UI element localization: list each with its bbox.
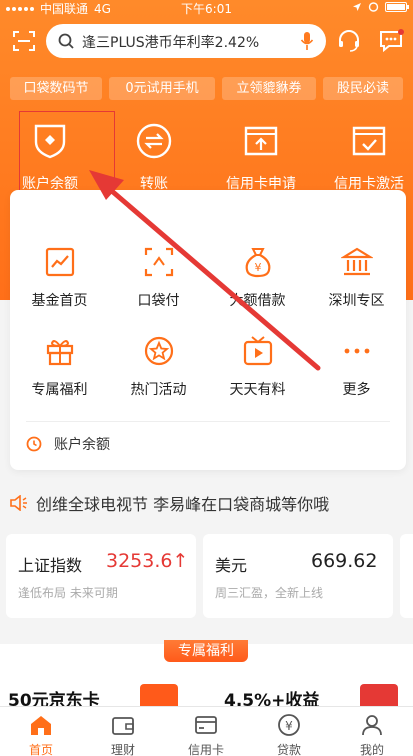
market-name: 上证指数: [18, 556, 83, 575]
svg-text:¥: ¥: [254, 261, 261, 274]
tab-wealth[interactable]: 理财: [82, 707, 164, 756]
gift-icon: [46, 340, 73, 366]
card-apply-icon: [244, 126, 278, 156]
grid-item-fund[interactable]: 基金首页: [10, 246, 109, 316]
grid-item-events[interactable]: 热门活动: [109, 335, 208, 405]
wallet-icon: [112, 717, 134, 735]
market-card-usd[interactable]: 美元 669.62 周三汇盈，全新上线: [203, 534, 393, 618]
status-time: 下午6:01: [181, 2, 232, 16]
tab-label: 理财: [110, 743, 135, 756]
fund-chart-icon: [45, 247, 74, 277]
video-play-icon: [243, 336, 272, 366]
tag-chip[interactable]: 立领貔貅券: [222, 77, 316, 100]
alarm-icon: [368, 2, 379, 12]
top-bar: 逢三PLUS港币年利率2.42%: [0, 24, 413, 64]
notice-text: 创维全球电视节 李易峰在口袋商城等你哦: [36, 495, 330, 514]
battery-icon: [385, 1, 409, 12]
welfare-section: 专属福利 50元京东卡 4.5%+收益: [0, 640, 413, 714]
search-input[interactable]: 逢三PLUS港币年利率2.42%: [82, 32, 259, 52]
tag-chip[interactable]: 口袋数码节: [10, 77, 102, 100]
more-dots-icon: [344, 348, 369, 354]
home-icon: [31, 716, 51, 735]
promo-tags: 口袋数码节 0元试用手机 立领貔貅券 股民必读: [10, 77, 410, 101]
bank-building-icon: [340, 247, 373, 276]
grid-item-label: 口袋付: [137, 293, 180, 309]
highlight-box: [19, 111, 115, 192]
recent-label: 账户余额: [54, 437, 110, 453]
search-bar[interactable]: 逢三PLUS港币年利率2.42%: [46, 24, 326, 58]
grid-item-label: 更多: [342, 382, 371, 398]
bottom-tab-bar: 首页 理财 信用卡 ¥ 贷款 我的: [0, 706, 413, 756]
tab-label: 贷款: [276, 743, 301, 756]
welfare-title: 专属福利: [164, 640, 248, 662]
tab-home[interactable]: 首页: [0, 707, 82, 756]
tab-credit-card[interactable]: 信用卡: [165, 707, 247, 756]
speaker-icon: [10, 495, 27, 511]
grid-item-label: 基金首页: [31, 293, 88, 309]
grid-item-more[interactable]: 更多: [307, 335, 406, 405]
tab-label: 信用卡: [187, 743, 224, 756]
grid-item-label: 专属福利: [31, 382, 88, 398]
location-arrow-icon: [353, 2, 361, 11]
tab-label: 我的: [359, 743, 384, 756]
customer-service-icon[interactable]: [337, 29, 361, 53]
clock-icon: [26, 436, 42, 452]
grid-item-label: 天天有料: [229, 382, 286, 398]
market-value: 3253.6↑: [106, 550, 189, 572]
quick-action-card-apply[interactable]: 信用卡申请: [211, 120, 311, 192]
message-icon[interactable]: [379, 29, 405, 53]
loan-coin-icon: ¥: [278, 714, 300, 736]
tab-mine[interactable]: 我的: [331, 707, 413, 756]
market-value: 669.62: [311, 550, 378, 572]
grid-item-label: 大额借款: [229, 293, 286, 309]
market-name: 美元: [215, 556, 248, 575]
grid-item-large-loan[interactable]: ¥ 大额借款: [208, 246, 307, 316]
quick-action-transfer[interactable]: 转账: [104, 120, 204, 192]
credit-card-icon: [195, 716, 217, 734]
grid-item-pocket-pay[interactable]: 口袋付: [109, 246, 208, 316]
grid-item-daily[interactable]: 天天有料: [208, 335, 307, 405]
user-icon: [362, 715, 382, 736]
notice-bar[interactable]: 创维全球电视节 李易峰在口袋商城等你哦: [10, 491, 329, 515]
grid-item-label: 热门活动: [130, 382, 187, 398]
search-icon: [58, 33, 74, 49]
star-badge-icon: [144, 336, 173, 366]
money-bag-icon: ¥: [245, 248, 270, 278]
service-grid-panel: 基金首页 口袋付 ¥ 大额借款 深圳专区 专属福利 热门活动 天天有料 更多 账…: [10, 190, 406, 470]
divider: [26, 421, 390, 422]
scan-icon[interactable]: [12, 29, 36, 53]
tag-chip[interactable]: 0元试用手机: [109, 77, 215, 100]
grid-item-shenzhen[interactable]: 深圳专区: [307, 246, 406, 316]
transfer-icon: [136, 123, 172, 159]
scan-pay-icon: [144, 247, 173, 277]
market-sub: 逢低布局 未来可期: [18, 586, 118, 600]
market-card-index[interactable]: 上证指数 3253.6↑ 逢低布局 未来可期: [6, 534, 196, 618]
grid-item-welfare[interactable]: 专属福利: [10, 335, 109, 405]
tag-chip[interactable]: 股民必读: [323, 77, 403, 100]
tab-label: 首页: [28, 743, 53, 756]
quick-action-card-activate[interactable]: 信用卡激活: [319, 120, 413, 192]
grid-item-label: 深圳专区: [328, 293, 385, 309]
market-card-partial[interactable]: [400, 534, 413, 618]
recent-item[interactable]: 账户余额: [26, 434, 110, 454]
market-sub: 周三汇盈，全新上线: [215, 586, 324, 600]
svg-text:¥: ¥: [285, 719, 293, 733]
tab-loan[interactable]: ¥ 贷款: [248, 707, 330, 756]
card-activate-icon: [352, 126, 386, 156]
microphone-icon[interactable]: [300, 31, 314, 51]
status-bar: 中国联通 4G 下午6:01: [0, 0, 413, 16]
